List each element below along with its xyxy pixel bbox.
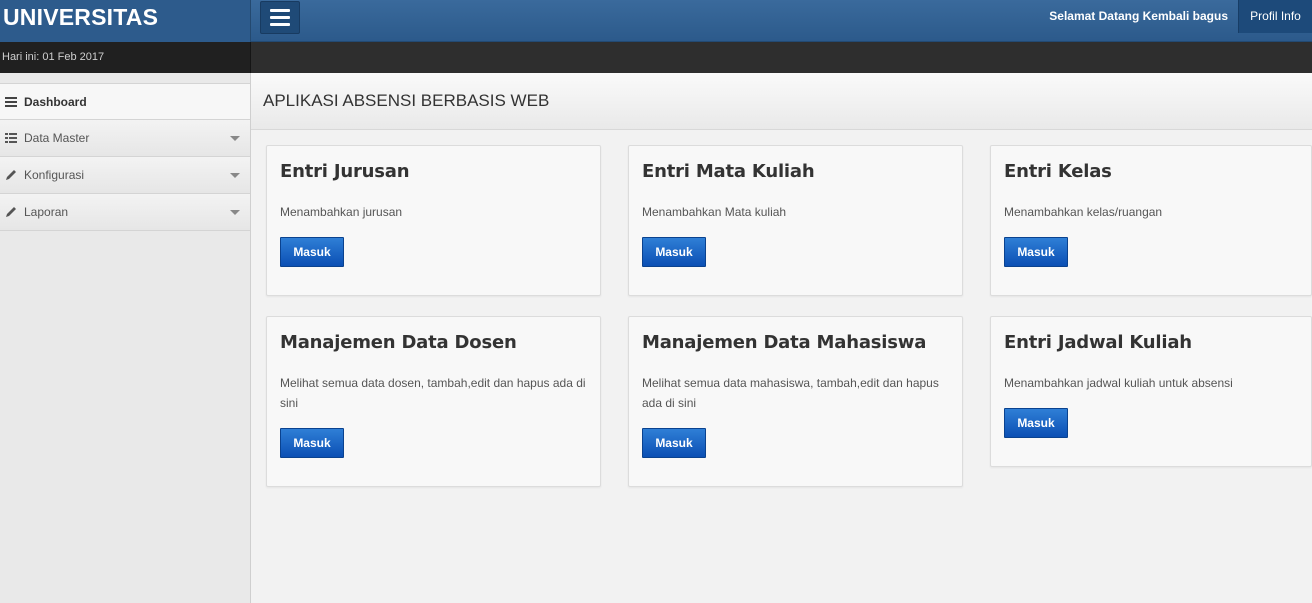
hamburger-icon bbox=[270, 16, 290, 19]
masuk-button[interactable]: Masuk bbox=[280, 237, 344, 267]
chevron-down-icon bbox=[230, 173, 240, 178]
list-icon bbox=[4, 84, 18, 120]
card-title: Entri Kelas bbox=[1004, 161, 1112, 182]
hamburger-icon bbox=[270, 9, 290, 12]
card-title: Entri Jurusan bbox=[280, 161, 410, 182]
card-entri-kelas: Entri Kelas Menambahkan kelas/ruangan Ma… bbox=[990, 145, 1312, 296]
page-title: APLIKASI ABSENSI BERBASIS WEB bbox=[251, 73, 1312, 130]
card-title: Manajemen Data Dosen bbox=[280, 332, 517, 353]
masuk-button[interactable]: Masuk bbox=[280, 428, 344, 458]
sidebar-item-label: Laporan bbox=[24, 205, 69, 219]
card-entri-mata-kuliah: Entri Mata Kuliah Menambahkan Mata kulia… bbox=[628, 145, 963, 296]
card-description: Menambahkan Mata kuliah bbox=[642, 205, 787, 219]
sidebar-item-laporan[interactable]: Laporan bbox=[0, 194, 250, 231]
menu-toggle-button[interactable] bbox=[260, 1, 300, 34]
card-title: Entri Jadwal Kuliah bbox=[1004, 332, 1192, 353]
main-content: APLIKASI ABSENSI BERBASIS WEB Entri Juru… bbox=[251, 73, 1312, 603]
masuk-button[interactable]: Masuk bbox=[642, 428, 706, 458]
masuk-button[interactable]: Masuk bbox=[1004, 237, 1068, 267]
sidebar-item-label: Dashboard bbox=[24, 95, 87, 109]
hamburger-icon bbox=[270, 23, 290, 26]
card-entri-jadwal-kuliah: Entri Jadwal Kuliah Menambahkan jadwal k… bbox=[990, 316, 1312, 467]
brand-title[interactable]: UNIVERSITAS BONSAI bbox=[0, 0, 251, 64]
welcome-text: Selamat Datang Kembali bagus bbox=[1049, 9, 1228, 23]
card-title: Entri Mata Kuliah bbox=[642, 161, 815, 182]
pencil-icon bbox=[4, 194, 18, 230]
sidebar: Dashboard Data Master Konfigurasi Lapora… bbox=[0, 73, 251, 603]
sidebar-item-konfigurasi[interactable]: Konfigurasi bbox=[0, 157, 250, 194]
card-description: Menambahkan kelas/ruangan bbox=[1004, 205, 1163, 219]
card-entri-jurusan: Entri Jurusan Menambahkan jurusan Masuk bbox=[266, 145, 601, 296]
sidebar-item-label: Konfigurasi bbox=[24, 168, 85, 182]
table-icon bbox=[4, 120, 18, 156]
date-label: Hari ini: 01 Feb 2017 bbox=[0, 42, 251, 73]
card-description: Melihat semua data mahasiswa, tambah,edi… bbox=[642, 376, 939, 410]
chevron-down-icon bbox=[230, 136, 240, 141]
card-manajemen-data-mahasiswa: Manajemen Data Mahasiswa Melihat semua d… bbox=[628, 316, 963, 487]
sidebar-item-label: Data Master bbox=[24, 131, 90, 145]
card-manajemen-data-dosen: Manajemen Data Dosen Melihat semua data … bbox=[266, 316, 601, 487]
masuk-button[interactable]: Masuk bbox=[642, 237, 706, 267]
top-navbar: UNIVERSITAS BONSAI Selamat Datang Kembal… bbox=[0, 0, 1312, 64]
chevron-down-icon bbox=[230, 210, 240, 215]
card-title: Manajemen Data Mahasiswa bbox=[642, 332, 927, 353]
masuk-button[interactable]: Masuk bbox=[1004, 408, 1068, 438]
profile-info-button[interactable]: Profil Info bbox=[1238, 0, 1312, 33]
card-description: Menambahkan jurusan bbox=[280, 205, 403, 219]
card-description: Menambahkan jadwal kuliah untuk absensi bbox=[1004, 376, 1233, 390]
sidebar-item-dashboard[interactable]: Dashboard bbox=[0, 83, 250, 120]
card-description: Melihat semua data dosen, tambah,edit da… bbox=[280, 376, 586, 410]
pencil-icon bbox=[4, 157, 18, 193]
sidebar-item-data-master[interactable]: Data Master bbox=[0, 120, 250, 157]
